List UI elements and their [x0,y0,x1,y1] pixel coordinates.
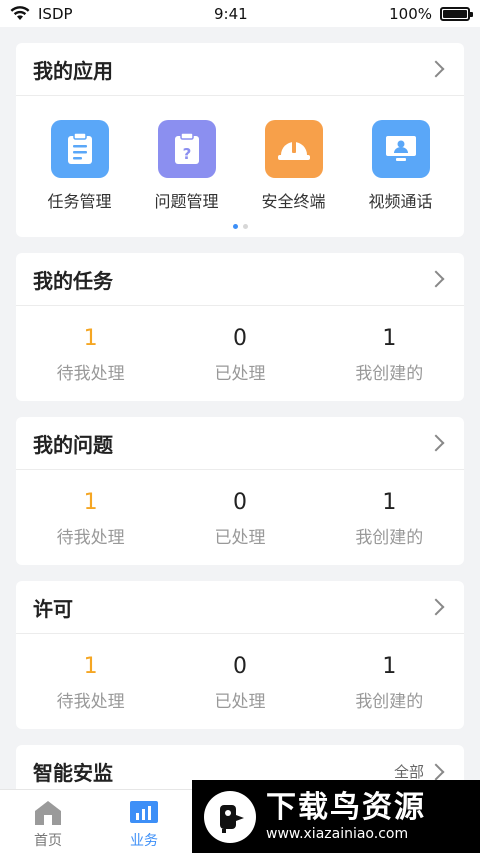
carrier-name: ISDP [38,4,73,23]
apps-card-title: 我的应用 [33,58,113,83]
view-all-link[interactable]: 全部 [394,761,446,782]
stat-processed[interactable]: 0 已处理 [175,654,305,712]
stat-value: 1 [83,326,98,351]
chart-bars-icon [130,801,158,823]
stat-label: 待我处理 [56,528,125,548]
stat-label: 已处理 [214,364,266,384]
tab-business[interactable]: 业务 [96,790,192,850]
stat-value: 1 [382,490,397,515]
stat-created[interactable]: 1 我创建的 [324,490,454,548]
tab-label: 业务 [130,833,158,849]
permit-card-header[interactable]: 许可 [16,581,464,634]
chevron-right-icon [427,763,445,780]
app-safety-terminal[interactable]: 安全终端 [244,120,344,212]
issues-card-title: 我的问题 [33,432,113,457]
tasks-card-header[interactable]: 我的任务 [16,253,464,306]
page-dot[interactable] [242,224,248,229]
app-issue-management[interactable]: ? 问题管理 [137,120,237,212]
chevron-right-icon[interactable] [427,60,445,78]
page-dot-active[interactable] [232,224,238,229]
tasks-card-title: 我的任务 [33,268,113,293]
main-content[interactable]: 我的应用 任务管理 ? 问题管理 安全终端 视频通话 我的任务 1 待我处理 0… [0,27,480,789]
app-label: 视频通话 [368,192,433,211]
stat-label: 我创建的 [355,692,424,712]
chevron-right-icon[interactable] [427,270,445,288]
app-video-call[interactable]: 视频通话 [351,120,451,212]
status-bar: ISDP 9:41 100% [0,0,480,27]
stat-processed[interactable]: 0 已处理 [175,490,305,548]
stat-processed[interactable]: 0 已处理 [175,326,305,384]
chevron-right-icon[interactable] [427,598,445,616]
clipboard-list-icon [50,120,109,178]
stat-value: 0 [232,654,247,679]
battery-percent: 100% [389,4,432,23]
view-all-label: 全部 [393,763,424,781]
stat-label: 我创建的 [355,528,424,548]
monitor-user-icon [371,120,430,178]
hard-hat-icon [264,120,323,178]
stat-label: 已处理 [214,692,266,712]
stat-value: 1 [382,326,397,351]
stat-label: 待我处理 [56,364,125,384]
tab-home[interactable]: 首页 [0,790,96,850]
watermark-url: www.xiazainiao.com [266,825,409,842]
apps-card: 我的应用 任务管理 ? 问题管理 安全终端 视频通话 [16,43,464,237]
stat-value: 1 [83,654,98,679]
stat-label: 待我处理 [56,692,125,712]
permit-card-title: 许可 [33,596,73,621]
stat-created[interactable]: 1 我创建的 [324,654,454,712]
wifi-icon [10,6,30,20]
monitor-card-title: 智能安监 [33,761,113,785]
app-label: 安全终端 [261,192,326,211]
stat-pending[interactable]: 1 待我处理 [26,654,156,712]
issues-card: 我的问题 1 待我处理 0 已处理 1 我创建的 [16,417,464,565]
chevron-right-icon[interactable] [427,434,445,452]
apps-card-header[interactable]: 我的应用 [16,43,464,96]
issues-card-header[interactable]: 我的问题 [16,417,464,470]
app-task-management[interactable]: 任务管理 [30,120,130,212]
clipboard-question-icon: ? [157,120,216,178]
stat-value: 0 [232,326,247,351]
stat-value: 1 [382,654,397,679]
stat-pending[interactable]: 1 待我处理 [26,490,156,548]
stat-value: 0 [232,490,247,515]
bird-logo-icon [204,790,256,843]
stat-created[interactable]: 1 我创建的 [324,326,454,384]
app-label: 任务管理 [47,192,112,211]
battery-icon [440,6,473,21]
stat-label: 我创建的 [355,364,424,384]
stat-label: 已处理 [214,528,266,548]
watermark-banner: 下载鸟资源 www.xiazainiao.com [192,780,480,853]
tasks-card: 我的任务 1 待我处理 0 已处理 1 我创建的 [16,253,464,401]
app-label: 问题管理 [154,192,219,211]
stat-pending[interactable]: 1 待我处理 [26,326,156,384]
page-indicator[interactable] [16,212,464,229]
watermark-title: 下载鸟资源 [266,789,426,825]
svg-text:?: ? [182,145,191,163]
status-time: 9:41 [213,4,248,23]
tab-label: 首页 [34,833,62,849]
permit-card: 许可 1 待我处理 0 已处理 1 我创建的 [16,581,464,729]
stat-value: 1 [83,490,98,515]
home-icon [35,801,61,825]
